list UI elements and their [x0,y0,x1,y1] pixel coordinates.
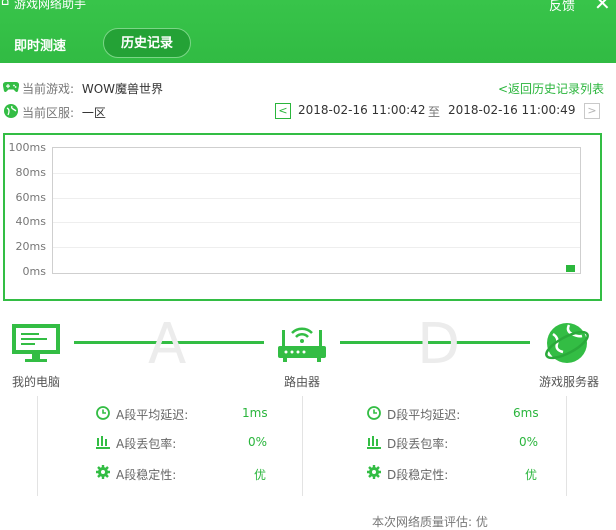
y-tick-label: 0ms [22,265,46,278]
y-tick-label: 100ms [8,141,46,154]
d-loss-label: D段丢包率: [387,437,449,451]
gear-icon [96,465,110,479]
a-latency-value: 1ms [242,406,268,420]
packet-loss-icon [96,436,110,449]
d-loss-value: 0% [519,435,539,449]
current-game-value: WOW魔兽世界 [81,82,164,96]
d-stability-label: D段稳定性: [387,468,449,482]
end-time: 2018-02-16 11:00:49 [448,103,576,117]
chart-plot-area [52,147,581,274]
gear-icon [367,465,381,479]
segment-a-letter: A [148,312,187,377]
start-time: 2018-02-16 11:00:42 [298,103,426,117]
divider-right [566,396,567,496]
next-record-button[interactable]: > [584,103,600,119]
current-region-label: 当前区服: [22,106,75,120]
clock-icon [367,406,381,420]
y-tick-label: 20ms [15,240,46,254]
y-tick-label: 60ms [15,190,46,204]
d-stability-value: 优 [525,468,538,482]
tab-history[interactable]: 历史记录 [103,28,191,58]
y-tick-label: 80ms [15,165,46,179]
current-region: 当前区服: 一区 [22,104,106,121]
app-title: 游戏网络助手 [14,0,87,11]
current-game-label: 当前游戏: [22,82,75,96]
a-loss-value: 0% [248,435,268,449]
packet-loss-icon [367,436,381,449]
prev-record-button[interactable]: < [275,103,291,119]
a-latency-label: A段平均延迟: [116,408,189,422]
d-latency-value: 6ms [513,406,539,420]
back-to-history-list-link[interactable]: <返回历史记录列表 [498,80,604,97]
current-game: 当前游戏: WOW魔兽世界 [22,80,163,97]
feedback-link[interactable]: 反馈 [549,0,575,14]
title-bar: ⌂ 游戏网络助手 反馈 ✕ 即时测速 历史记录 [0,0,616,63]
close-button[interactable]: ✕ [594,0,611,15]
gamepad-icon [3,81,19,92]
a-stability-label: A段稳定性: [116,468,177,482]
divider-left [37,396,38,496]
my-computer-icon [12,324,60,362]
my-computer-label: 我的电脑 [12,375,61,389]
game-server-label: 游戏服务器 [539,375,600,389]
router-label: 路由器 [284,375,321,389]
app-logo-icon: ⌂ [1,0,10,9]
a-stability-value: 优 [254,468,267,482]
router-icon [278,327,326,362]
current-region-value: 一区 [81,106,106,120]
quality-summary-partial: 本次网络质量评估: 优 [372,515,488,529]
tab-instant-speed-test[interactable]: 即时测速 [14,35,66,54]
globe-icon [4,104,18,118]
clock-icon [96,406,110,420]
to-label: 至 [428,105,441,119]
a-loss-label: A段丢包率: [116,437,177,451]
segment-d-letter: D [417,312,461,377]
game-server-icon [545,323,589,363]
y-tick-label: 40ms [15,215,46,229]
d-latency-label: D段平均延迟: [387,408,461,422]
divider-middle [302,396,303,496]
